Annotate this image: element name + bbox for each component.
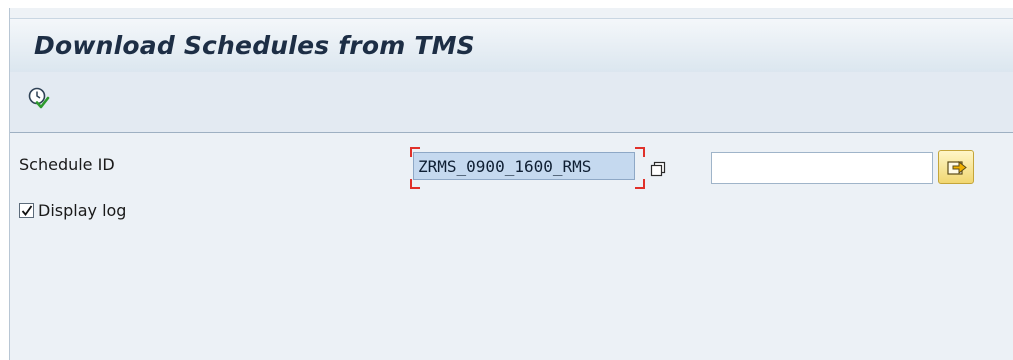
arrow-select-icon xyxy=(947,160,967,175)
display-log-label: Display log xyxy=(38,201,127,220)
sap-screen: Download Schedules from TMS Schedule ID xyxy=(9,8,1013,360)
required-marker xyxy=(635,179,645,189)
title-bar: Download Schedules from TMS xyxy=(10,18,1013,73)
schedule-id-field-wrapper xyxy=(410,147,645,189)
multiple-selection-button[interactable] xyxy=(650,161,666,177)
selection-screen: Schedule ID Display log xyxy=(10,133,1013,360)
page-title: Download Schedules from TMS xyxy=(34,31,475,60)
schedule-id-input[interactable] xyxy=(413,152,635,180)
required-marker xyxy=(410,179,420,189)
checkmark-icon xyxy=(21,205,33,216)
schedule-id-to-input[interactable] xyxy=(711,152,933,184)
display-log-checkbox[interactable] xyxy=(19,203,34,218)
execute-clock-icon xyxy=(28,87,50,109)
schedule-id-label: Schedule ID xyxy=(19,155,115,174)
application-toolbar xyxy=(10,72,1013,133)
required-marker xyxy=(635,147,645,157)
multiple-selection-icon xyxy=(650,161,666,177)
execute-button[interactable] xyxy=(27,86,51,110)
multiple-selection-arrow-button[interactable] xyxy=(938,150,974,184)
